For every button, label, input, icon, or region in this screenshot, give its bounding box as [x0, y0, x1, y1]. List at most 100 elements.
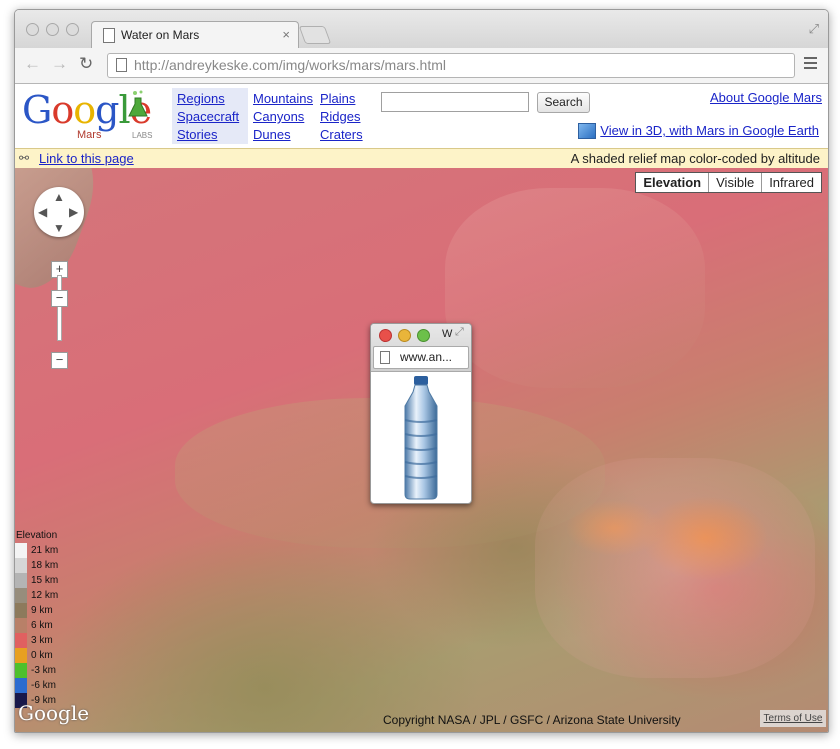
url-path: /img/works/mars/mars.html — [278, 57, 446, 73]
nav-link-canyons[interactable]: Canyons — [253, 109, 304, 124]
info-bar: ⚯ Link to this page A shaded relief map … — [15, 148, 828, 169]
legend-label: 15 km — [31, 575, 59, 586]
nav-link-stories[interactable]: Stories — [177, 127, 217, 142]
google-earth-icon[interactable] — [578, 123, 596, 139]
link-chain-icon: ⚯ — [19, 151, 30, 165]
legend-row: 9 km — [15, 603, 73, 618]
legend-label: 18 km — [31, 560, 59, 571]
zoom-window-button[interactable] — [66, 23, 79, 36]
new-tab-button[interactable] — [298, 26, 332, 44]
legend-row: 15 km — [15, 573, 73, 588]
browser-tab[interactable]: Water on Mars × — [91, 21, 299, 49]
nav-link-regions[interactable]: Regions — [177, 91, 225, 106]
water-bottle-image — [404, 376, 438, 500]
legend-label: 3 km — [31, 635, 53, 646]
map-type-infrared[interactable]: Infrared — [761, 173, 821, 192]
nav-link-dunes[interactable]: Dunes — [253, 127, 291, 142]
browser-toolbar: ← → ↻ http://andreykeske.com/img/works/m… — [15, 48, 828, 84]
terrain-ridges — [445, 188, 705, 388]
google-mars-header: Google Mars LABS Regions Spacecraft Stor… — [15, 84, 828, 148]
legend-row: 12 km — [15, 588, 73, 603]
popup-minimize-button[interactable] — [398, 329, 411, 342]
map-type-elevation[interactable]: Elevation — [636, 173, 708, 192]
page-icon — [103, 28, 115, 43]
elevation-legend: Elevation 21 km 18 km 15 km 12 km 9 km 6 km 3 … — [15, 530, 73, 708]
fullscreen-icon[interactable]: ⤢ — [809, 21, 819, 37]
legend-label: 0 km — [31, 650, 53, 661]
address-bar[interactable]: http://andreykeske.com/img/works/mars/ma… — [107, 53, 795, 78]
link-to-page[interactable]: Link to this page — [39, 151, 134, 166]
pan-right-icon[interactable]: ▶ — [69, 205, 78, 219]
legend-swatch — [15, 543, 27, 558]
zoom-out-button[interactable]: − — [51, 352, 68, 369]
legend-row: 0 km — [15, 648, 73, 663]
legend-row: 18 km — [15, 558, 73, 573]
popup-title: W — [442, 328, 453, 340]
nav-link-spacecraft[interactable]: Spacecraft — [177, 109, 239, 124]
logo-mars: Mars — [77, 129, 102, 141]
google-watermark: Google — [18, 701, 90, 725]
popup-url-text: www.an... — [400, 350, 453, 364]
legend-swatch — [15, 588, 27, 603]
terrain-chaos — [535, 458, 815, 678]
google-mars-logo[interactable]: Google Mars LABS — [20, 88, 166, 144]
popup-close-button[interactable] — [379, 329, 392, 342]
popup-zoom-button[interactable] — [417, 329, 430, 342]
legend-swatch — [15, 573, 27, 588]
legend-row: -3 km — [15, 663, 73, 678]
legend-swatch — [15, 618, 27, 633]
legend-swatch — [15, 633, 27, 648]
legend-label: -3 km — [31, 665, 56, 676]
view-in-3d-link[interactable]: View in 3D, with Mars in Google Earth — [600, 123, 819, 138]
pan-control[interactable]: ▲ ▼ ◀ ▶ — [34, 187, 84, 237]
page-icon — [380, 351, 390, 364]
legend-row: 6 km — [15, 618, 73, 633]
legend-row: 3 km — [15, 633, 73, 648]
close-tab-icon[interactable]: × — [282, 27, 290, 42]
about-google-mars-link[interactable]: About Google Mars — [710, 90, 822, 105]
url-host: http://andreykeske.com — [134, 57, 279, 73]
page-icon — [116, 58, 127, 72]
legend-swatch — [15, 648, 27, 663]
popup-titlebar: W ⤢ www.an... — [371, 324, 471, 372]
tab-title: Water on Mars — [121, 28, 200, 42]
legend-row: 21 km — [15, 543, 73, 558]
legend-swatch — [15, 558, 27, 573]
minimize-window-button[interactable] — [46, 23, 59, 36]
terms-of-use-link[interactable]: Terms of Use — [760, 710, 826, 727]
pan-down-icon[interactable]: ▼ — [53, 221, 65, 235]
browser-window: Water on Mars × ⤢ ← → ↻ http://andreykes… — [14, 9, 829, 733]
zoom-slider-handle[interactable]: − — [51, 290, 68, 307]
flask-icon — [128, 90, 148, 117]
nav-link-plains[interactable]: Plains — [320, 91, 355, 106]
forward-button[interactable]: → — [51, 54, 68, 74]
mars-map[interactable]: ▲ ▼ ◀ ▶ + − − Elevation Visible Infrared… — [15, 168, 828, 732]
legend-label: -6 km — [31, 680, 56, 691]
map-type-visible[interactable]: Visible — [708, 173, 761, 192]
close-window-button[interactable] — [26, 23, 39, 36]
search-button[interactable]: Search — [537, 92, 590, 113]
legend-title: Elevation — [16, 530, 58, 541]
legend-label: 6 km — [31, 620, 53, 631]
pan-up-icon[interactable]: ▲ — [53, 190, 65, 204]
legend-swatch — [15, 663, 27, 678]
legend-label: 9 km — [31, 605, 53, 616]
menu-icon[interactable] — [804, 57, 817, 72]
nav-link-ridges[interactable]: Ridges — [320, 109, 360, 124]
pan-left-icon[interactable]: ◀ — [38, 205, 47, 219]
popup-address-bar[interactable]: www.an... — [373, 346, 469, 369]
legend-label: 12 km — [31, 590, 59, 601]
map-description: A shaded relief map color-coded by altit… — [570, 151, 820, 166]
legend-swatch — [15, 678, 27, 693]
back-button[interactable]: ← — [24, 54, 41, 74]
popup-fullscreen-icon[interactable]: ⤢ — [455, 326, 464, 339]
legend-label: 21 km — [31, 545, 59, 556]
copyright-text: Copyright NASA / JPL / GSFC / Arizona St… — [383, 713, 681, 727]
nav-link-craters[interactable]: Craters — [320, 127, 363, 142]
map-type-selector: Elevation Visible Infrared — [635, 172, 822, 193]
reload-button[interactable]: ↻ — [79, 54, 93, 74]
popup-browser-window[interactable]: W ⤢ www.an... — [370, 323, 472, 504]
zoom-slider[interactable] — [57, 275, 62, 341]
nav-link-mountains[interactable]: Mountains — [253, 91, 313, 106]
search-input[interactable] — [381, 92, 529, 112]
